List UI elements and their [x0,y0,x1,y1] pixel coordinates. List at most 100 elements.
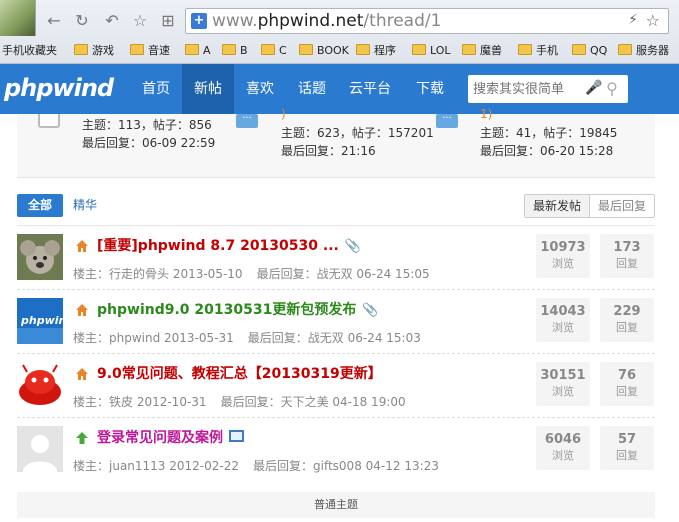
folder-icon [299,44,313,55]
forum-stats: 主题：113，帖子：856 最后回复：06-09 22:59 ··· ) 主题：… [17,107,655,178]
back-icon[interactable]: ← [44,11,64,31]
thread-meta: 楼主：juan1113 2012-02-22 最后回复：gifts008 04-1… [73,457,439,474]
bookmark-item[interactable]: B [222,40,248,62]
bookmark-label: 服务器 [636,44,669,57]
svg-text:phpwind: phpwind [20,314,63,327]
thread-author[interactable]: 楼主：行走的骨头 2013-05-10 [73,267,243,281]
views-label: 浏览 [552,321,574,334]
bookmark-label: 手机收藏夹 [2,44,57,57]
views-count: 6046 浏览 [536,426,590,470]
bookmark-label: 手机 [536,44,558,57]
replies-count: 76 回复 [600,362,654,406]
bookmark-item[interactable]: 音速 [130,40,170,62]
stat-last-reply: 最后回复：21:16 [281,144,376,158]
replies-number: 173 [613,240,641,255]
sort-last-reply-button[interactable]: 最后回复 [590,195,654,217]
replies-label: 回复 [616,385,638,398]
thread-row[interactable]: 登录常见问题及案例 楼主：juan1113 2012-02-22 最后回复：gif… [17,418,655,482]
star-icon[interactable]: ☆ [130,11,150,31]
folder-icon [261,44,275,55]
bookmark-item[interactable]: LOL [412,40,451,62]
address-bar[interactable]: + www.phpwind.net/thread/1 ⚡ ☆ [185,8,669,34]
folder-icon [185,44,199,55]
bookmark-item[interactable]: QQ [572,40,607,62]
thread-author[interactable]: 楼主：phpwind 2013-05-31 [73,331,234,345]
bookmark-item[interactable]: BOOK [299,40,349,62]
thread-last-reply[interactable]: 最后回复：天下之美 04-18 19:00 [221,395,406,409]
thread-title-text: phpwind9.0 20130531更新包预发布 [97,302,357,318]
attachment-icon: 📎 [362,303,379,318]
url-text[interactable]: www.phpwind.net/thread/1 [212,10,441,32]
thread-author[interactable]: 楼主：铁皮 2012-10-31 [73,395,207,409]
bookmark-label: A [203,44,211,57]
nav-item-topics[interactable]: 话题 [286,64,338,114]
sort-newest-button[interactable]: 最新发帖 [525,195,590,217]
nav-item-home[interactable]: 首页 [130,64,182,114]
thread-title[interactable]: [重要]phpwind 8.7 20130530 ... 📎 [97,235,361,255]
site-secure-icon: + [191,13,207,29]
url-path: /thread/1 [363,11,442,31]
undo-icon[interactable]: ↶ [102,11,122,31]
nav-item-download[interactable]: 下载 [404,64,456,114]
nav-item-likes[interactable]: 喜欢 [234,64,286,114]
bookmark-star-icon[interactable]: ☆ [646,11,660,30]
thread-title[interactable]: phpwind9.0 20130531更新包预发布 📎 [97,299,379,319]
folder-icon [618,44,632,55]
search-input[interactable] [473,75,583,103]
avatar[interactable] [17,362,63,408]
views-number: 10973 [540,240,586,255]
forum-new-icon: ··· [236,114,258,128]
folder-icon [356,44,370,55]
browser-profile-avatar[interactable] [0,0,36,36]
bookmark-item[interactable]: 手机 [518,40,558,62]
thread-author[interactable]: 楼主：juan1113 2012-02-22 [73,459,239,473]
thread-row[interactable]: phpwind phpwind9.0 20130531更新包预发布 📎 楼主：ph… [17,290,655,354]
thread-title[interactable]: 登录常见问题及案例 [97,427,244,447]
replies-label: 回复 [616,449,638,462]
stat-topics-posts: 主题：623，帖子：157201 [281,126,434,140]
folder-icon [462,44,476,55]
flash-icon[interactable]: ⚡ [628,12,638,28]
avatar[interactable] [17,426,63,472]
bookmark-label: B [240,44,248,57]
microphone-icon[interactable]: 🎤 [585,80,602,96]
bookmark-item[interactable]: C [261,40,287,62]
thread-row[interactable]: 9.0常见问题、教程汇总【20130319更新】 楼主：铁皮 2012-10-3… [17,354,655,418]
avatar[interactable] [17,234,63,280]
avatar[interactable]: phpwind [17,298,63,344]
home-icon [76,304,88,316]
thread-meta: 楼主：行走的骨头 2013-05-10 最后回复：战无双 06-24 15:05 [73,265,430,282]
bookmark-item[interactable]: 服务器 [618,40,669,62]
tab-all[interactable]: 全部 [17,194,63,217]
site-logo[interactable]: phpwind [4,74,114,102]
tab-digest[interactable]: 精华 [73,194,97,217]
grid-icon[interactable]: ⊞ [158,11,178,31]
replies-number: 57 [617,432,637,447]
bookmark-item[interactable]: 程序 [356,40,396,62]
thread-last-reply[interactable]: 最后回复：gifts008 04-12 13:23 [253,459,439,473]
thread-last-reply[interactable]: 最后回复：战无双 06-24 15:05 [257,267,430,281]
views-number: 14043 [540,304,586,319]
bookmark-item[interactable]: 游戏 [74,40,114,62]
bookmark-label: 程序 [374,44,396,57]
stat-last-reply: 最后回复：06-09 22:59 [82,136,216,150]
search-icon[interactable]: ⚲ [602,79,622,99]
thread-title[interactable]: 9.0常见问题、教程汇总【20130319更新】 [97,363,382,383]
views-count: 10973 浏览 [536,234,590,278]
refresh-icon[interactable]: ↻ [72,11,92,31]
bookmark-item[interactable]: 手机收藏夹 [2,40,57,62]
nav-item-new-posts[interactable]: 新帖 [182,64,234,114]
replies-number: 229 [613,304,641,319]
views-number: 6046 [544,432,582,447]
bookmark-item[interactable]: A [185,40,211,62]
thread-last-reply[interactable]: 最后回复：战无双 06-24 15:03 [248,331,421,345]
forum-new-icon: ··· [436,114,458,128]
thread-title-text: [重要]phpwind 8.7 20130530 ... [97,238,339,254]
bookmarks-bar: 手机收藏夹 游戏 音速 A B C BOOK 程序 LOL 魔兽 手机 QQ 服… [0,40,679,62]
thread-row[interactable]: [重要]phpwind 8.7 20130530 ... 📎 楼主：行走的骨头 2… [17,226,655,290]
nav-item-cloud[interactable]: 云平台 [338,64,402,114]
replies-count: 57 回复 [600,426,654,470]
bookmark-item[interactable]: 魔兽 [462,40,502,62]
views-number: 30151 [540,368,586,383]
replies-label: 回复 [616,257,638,270]
